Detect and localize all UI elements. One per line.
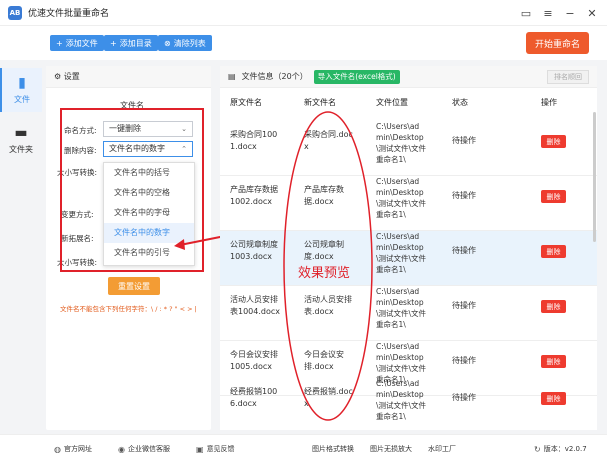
file-list-header: ▤ 文件信息（20个） 导入文件名(excel格式) [220,66,597,88]
cell-loc: C:\Users\ad min\Desktop \测试文件\文件 重命名1\ [376,232,427,274]
feedback-icon: ▣ [196,444,204,454]
footer: ◍ 官方网址 ◉ 企业微信客服 ▣ 意见反馈 图片格式转换 图片无损放大 水印工… [0,434,607,461]
col-orig: 原文件名 [230,98,262,107]
folder-icon: ▬ [14,125,28,141]
footer-tool-1[interactable]: 图片格式转换 [312,444,354,454]
left-nav: ▮ 文件 ▬ 文件夹 [0,60,42,430]
footer-website-label: 官方网址 [63,445,92,453]
nav-item-file[interactable]: ▮ 文件 [0,68,42,112]
cell-status: 待操作 [452,191,476,200]
footer-feedback[interactable]: ▣ 意见反馈 [196,444,235,454]
scrollbar[interactable] [593,112,596,242]
cell-status: 待操作 [452,393,476,402]
cell-status: 待操作 [452,136,476,145]
add-file-label: 添加文件 [65,38,98,48]
footer-wechat-label: 企业微信客服 [127,445,170,453]
footer-version-label: 版本：v2.0.7 [543,445,587,453]
refresh-icon: ↻ [534,444,541,454]
table-row[interactable]: 产品库存数据 1002.docx 产品库存数 据.docx C:\Users\a… [220,176,597,231]
cell-orig: 活动人员安排 表1004.docx [230,295,281,316]
cell-status: 待操作 [452,301,476,310]
footer-feedback-label: 意见反馈 [206,445,235,453]
cell-loc: C:\Users\ad min\Desktop \测试文件\文件 重命名1\ [376,177,427,219]
clear-list-label: 清除列表 [173,38,206,48]
footer-wechat[interactable]: ◉ 企业微信客服 [118,444,170,454]
reset-button[interactable]: 重置设置 [108,277,160,295]
file-icon: ▮ [18,75,26,91]
delete-button[interactable]: 删除 [541,135,566,148]
cell-orig: 经费报销100 6.docx [230,387,278,408]
delete-button[interactable]: 删除 [541,300,566,313]
table-row[interactable]: 活动人员安排 表1004.docx 活动人员安排 表.docx C:\Users… [220,286,597,341]
globe-icon: ◍ [54,444,61,454]
cell-status: 待操作 [452,246,476,255]
start-rename-button[interactable]: 开始重命名 [526,32,589,54]
trash-icon: ⊗ [164,38,171,48]
cell-orig: 公司规章制度 1003.docx [230,240,278,261]
footer-tool-2[interactable]: 图片无损放大 [370,444,412,454]
table-header: 原文件名 新文件名 文件位置 状态 操作 [220,92,597,112]
delete-button[interactable]: 删除 [541,190,566,203]
add-dir-label: 添加目录 [119,38,152,48]
filename-warning: 文件名不能包含下列任何字符：\ / : * ? " < > | [60,305,197,313]
settings-title: 设置 [63,72,80,81]
footer-version: ↻ 版本：v2.0.7 [534,444,587,454]
sort-button[interactable]: 排名顺回 [547,70,589,84]
footer-website[interactable]: ◍ 官方网址 [54,444,92,454]
nav-file-label: 文件 [14,95,30,104]
window-controls: ▭ ≡ − ✕ [517,4,601,22]
cell-loc: C:\Users\ad min\Desktop \测试文件\文件 重命名1\ [376,379,427,421]
cell-loc: C:\Users\ad min\Desktop \测试文件\文件 重命名1\ [376,287,427,329]
minimize-icon[interactable]: − [561,4,579,22]
folder-plus-icon: + [110,38,117,48]
table-row[interactable]: 经费报销100 6.docx 经费报销.doc x C:\Users\ad mi… [220,376,597,430]
settings-header: ⚙ 设置 [46,66,211,88]
chat-icon: ◉ [118,444,125,454]
add-file-button[interactable]: + 添加文件 [50,35,104,51]
app-logo: AB [8,5,22,20]
delete-button[interactable]: 删除 [541,392,566,405]
table-row-selected[interactable]: 公司规章制度 1003.docx 公司规章制 度.docx C:\Users\a… [220,231,597,286]
cell-orig: 采购合同100 1.docx [230,130,278,151]
title-bar: AB 优速文件批量重命名 ▭ ≡ − ✕ [0,0,607,26]
gear-icon: ⚙ [54,72,62,81]
cell-orig: 今日会议安排 1005.docx [230,350,278,371]
delete-button[interactable]: 删除 [541,355,566,368]
col-status: 状态 [452,98,468,107]
col-op: 操作 [541,98,557,107]
skin-icon[interactable]: ▭ [517,4,535,22]
col-loc: 文件位置 [376,98,408,107]
cell-orig: 产品库存数据 1002.docx [230,185,278,206]
add-dir-button[interactable]: + 添加目录 [104,35,158,51]
menu-icon[interactable]: ≡ [539,4,557,22]
file-list-panel: ▤ 文件信息（20个） 导入文件名(excel格式) 排名顺回 原文件名 新文件… [220,66,597,430]
delete-button[interactable]: 删除 [541,245,566,258]
footer-tool-3[interactable]: 水印工厂 [428,444,456,454]
app-title: 优速文件批量重命名 [28,9,110,19]
import-excel-button[interactable]: 导入文件名(excel格式) [313,69,400,84]
cell-status: 待操作 [452,356,476,365]
clear-list-button[interactable]: ⊗ 清除列表 [158,35,212,51]
file-info-icon: ▤ [228,72,236,81]
nav-item-folder[interactable]: ▬ 文件夹 [0,118,42,162]
toolbar: + 添加文件 + 添加目录 ⊗ 清除列表 开始重命名 [0,26,607,60]
cell-loc: C:\Users\ad min\Desktop \测试文件\文件 重命名1\ [376,122,427,164]
table-row[interactable]: 采购合同100 1.docx 采购合同.doc x C:\Users\ad mi… [220,121,597,176]
col-new: 新文件名 [304,98,336,107]
close-icon[interactable]: ✕ [583,4,601,22]
nav-folder-label: 文件夹 [9,145,33,154]
plus-icon: + [56,38,63,48]
preview-label: 效果预览 [298,266,351,281]
file-info-title: 文件信息（20个） [241,72,308,81]
